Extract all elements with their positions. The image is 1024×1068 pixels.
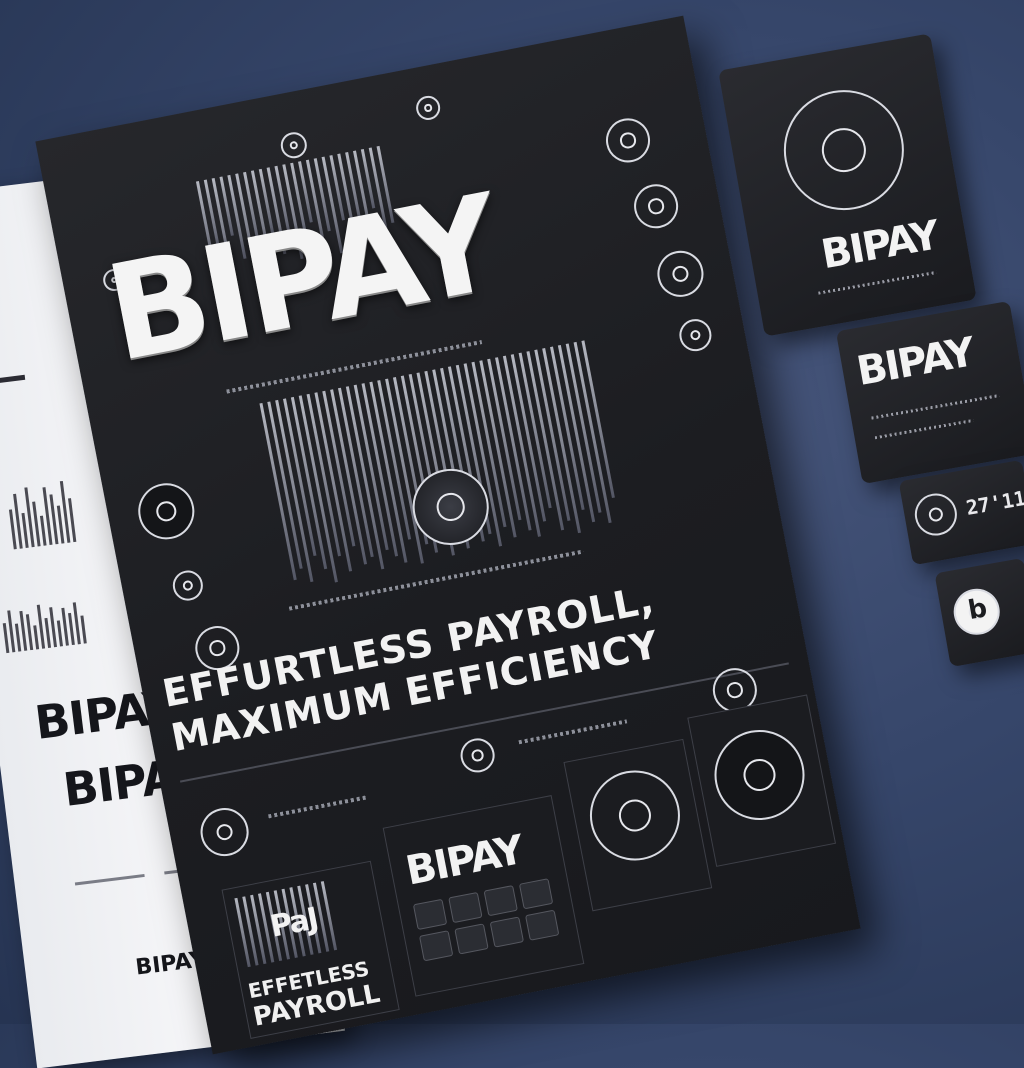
panel-compass-icon [706,722,813,828]
poster-ring-icon [133,478,200,545]
panel-brand: BIPAY [402,827,526,895]
sheet-barcode-1 [6,480,77,550]
card-large: BIPAY [718,33,977,337]
bottom-panel-dial [563,738,713,912]
card-emblem-icon [774,80,914,220]
poster-ring-icon [278,130,310,161]
poster-ring-icon [602,114,654,167]
panel-dial-icon [582,762,688,869]
card-medium: BIPAY [835,300,1024,485]
sheet-text-line [74,873,145,886]
mockup-scene: BIPAY BIPAY BIPAY BIPAY EFFURTLESS PAYRO… [0,0,1024,1068]
card1-brand: BIPAY [817,212,942,279]
poster-ring-icon [196,803,253,861]
poster-ring-icon [630,180,682,233]
panel-keypad [412,878,560,962]
sheet-barcode-2 [1,600,87,654]
poster-tick-row [518,719,628,745]
card-emblem-icon [911,490,961,539]
bottom-panel-compass [687,694,837,867]
poster-tick-row [268,795,367,819]
poster-ring-icon [414,93,443,123]
card-tick-row [874,418,974,440]
bottom-panel-brand: BIPAY [382,795,585,997]
card-small-number: 27'11 [898,459,1024,566]
card-tick-row [871,394,1000,420]
poster-ring-icon [676,316,715,354]
poster-ring-icon [170,567,206,604]
sheet-dash [0,374,26,388]
card3-number: 27'11 [964,485,1024,520]
poster-ring-icon [457,735,498,776]
card2-brand: BIPAY [853,329,977,396]
poster-ring-icon [653,246,708,301]
bottom-panel-payroll: PaJ EFFETLESS PAYROLL [221,860,400,1039]
card-small-logo: b [934,557,1024,668]
